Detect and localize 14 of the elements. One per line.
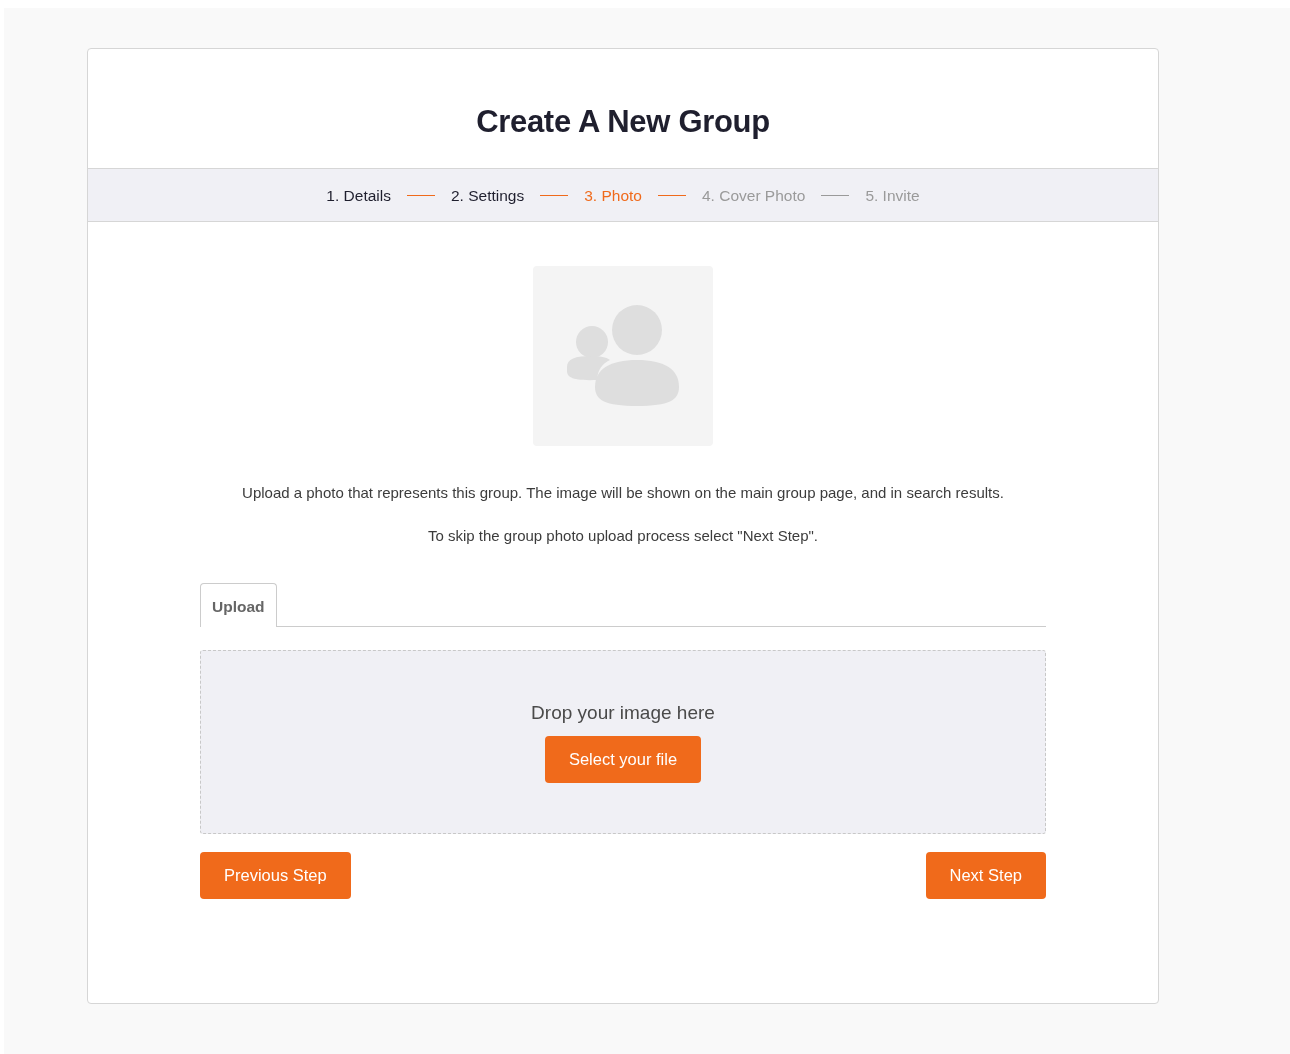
previous-step-button[interactable]: Previous Step [200, 852, 351, 900]
next-step-button[interactable]: Next Step [925, 852, 1046, 900]
page-title: Create A New Group [475, 103, 771, 141]
skip-note: To skip the group photo upload process select "Next Step". [426, 525, 819, 546]
step-label[interactable]: 4. Cover Photo [701, 183, 806, 207]
upload-tab[interactable]: Upload [200, 583, 277, 628]
step-label[interactable]: 3. Photo [584, 183, 642, 207]
drop-prompt: Drop your image here [531, 701, 715, 726]
step-label[interactable]: 2. Settings [450, 183, 525, 207]
dropzone[interactable]: Drop your image here Select your file [200, 650, 1046, 835]
step-label[interactable]: 5. Invite [865, 183, 920, 207]
description-text: Upload a photo that represents this group. The image will be shown on the main group page, and in search results. [241, 483, 1005, 504]
step-label[interactable]: 1. Details [326, 183, 391, 207]
select-file-button[interactable]: Select your file [544, 735, 702, 783]
